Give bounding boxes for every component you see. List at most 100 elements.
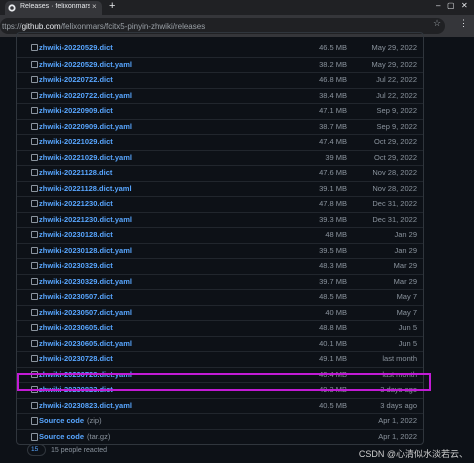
asset-size: 48.5 MB [319,292,347,301]
asset-date: Jun 5 [398,338,417,348]
asset-link[interactable]: zhwiki-20220909.dict.yaml [39,122,132,131]
asset-size: 47.8 MB [319,199,347,208]
package-icon [31,153,38,161]
asset-date: Sep 9, 2022 [376,106,417,115]
new-tab-button[interactable]: + [109,0,115,12]
package-icon [31,138,38,145]
asset-link[interactable]: zhwiki-20230329.dict.yaml [39,277,132,286]
asset-link[interactable]: zhwiki-20230605.dict [39,323,113,332]
asset-date: Jun 5 [398,323,417,332]
browser-tab[interactable]: Releases · felixonmars/fc × [5,1,102,15]
asset-link[interactable]: zhwiki-20220722.dict [39,75,113,84]
asset-size: 40.1 MB [319,338,347,348]
tab-close-icon[interactable]: × [92,2,97,11]
asset-row: zhwiki-20220529.dict 46.5 MB May 29, 2022 [17,41,423,56]
package-icon [31,122,38,130]
package-icon [31,262,38,269]
asset-link[interactable]: zhwiki-20230128.dict [39,230,113,239]
asset-size: 38.4 MB [319,90,347,100]
asset-link[interactable]: zhwiki-20230823.dict.yaml [39,401,132,410]
source-code-label: Source code [39,416,85,425]
maximize-icon[interactable]: ▢ [447,1,455,10]
url-host: github.com [21,22,61,31]
bookmark-star-icon[interactable]: ☆ [433,18,441,29]
asset-size: 39.7 MB [319,276,347,286]
package-icon [31,60,38,68]
asset-row: zhwiki-20220722.dict 46.8 MB Jul 22, 2022 [17,72,423,87]
asset-link[interactable]: zhwiki-20220529.dict [39,43,113,52]
asset-date: May 7 [396,307,417,317]
browser-menu-icon[interactable]: ⋮ [459,18,468,29]
asset-date: Apr 1, 2022 [378,431,417,441]
asset-row: zhwiki-20230507.dict.yaml 40 MB May 7 [17,304,423,320]
asset-link[interactable]: zhwiki-20230507.dict [39,292,113,301]
asset-size: 39.5 MB [319,245,347,255]
source-code-link[interactable]: Source code (zip) [39,416,102,425]
asset-date: May 7 [396,292,417,301]
asset-date: Mar 29 [393,261,417,270]
asset-date: Jul 22, 2022 [376,90,417,100]
asset-date: Oct 29, 2022 [374,152,417,162]
reactions-summary: 15 people reacted [51,447,108,454]
highlight-box [17,373,431,391]
package-icon [31,324,38,331]
package-icon [31,308,38,316]
asset-row: zhwiki-20230329.dict 48.3 MB Mar 29 [17,258,423,273]
asset-row: zhwiki-20220909.dict 47.1 MB Sep 9, 2022 [17,103,423,118]
asset-row: zhwiki-20230329.dict.yaml 39.7 MB Mar 29 [17,273,423,289]
url-text[interactable]: ttps://github.com/felixonmars/fcitx5-pin… [2,22,205,31]
asset-size: 47.4 MB [319,137,347,146]
asset-link[interactable]: zhwiki-20221029.dict.yaml [39,153,132,162]
minimize-icon[interactable]: – [436,1,440,10]
file-zip-icon [31,417,38,425]
package-icon [31,91,38,99]
source-code-link[interactable]: Source code (tar.gz) [39,432,110,441]
asset-date: Mar 29 [393,276,417,286]
package-icon [31,76,38,83]
asset-link[interactable]: zhwiki-20221029.dict [39,137,113,146]
release-assets-page: zhwiki-20220529.dict 46.5 MB May 29, 2022 z… [0,32,474,463]
asset-row: zhwiki-20221230.dict.yaml 39.3 MB Dec 31, … [17,211,423,227]
asset-size: 38.2 MB [319,59,347,69]
asset-link[interactable]: zhwiki-20230605.dict.yaml [39,339,132,348]
asset-size: 40 MB [325,307,347,317]
asset-link[interactable]: zhwiki-20220909.dict [39,106,113,115]
package-icon [31,231,38,238]
tab-title: Releases · felixonmars/fc [20,3,90,10]
asset-size: 48 MB [325,230,347,239]
asset-date: Dec 31, 2022 [372,199,417,208]
package-icon [31,200,38,207]
package-icon [31,215,38,223]
source-code-format: (zip) [87,416,102,425]
package-icon [31,401,38,409]
asset-row: zhwiki-20230507.dict 48.5 MB May 7 [17,289,423,304]
asset-link[interactable]: zhwiki-20221230.dict [39,199,113,208]
close-window-icon[interactable]: ✕ [461,1,468,10]
asset-link[interactable]: zhwiki-20230507.dict.yaml [39,308,132,317]
asset-row: zhwiki-20230605.dict.yaml 40.1 MB Jun 5 [17,335,423,351]
source-code-label: Source code [39,431,85,441]
asset-size: 49.1 MB [319,354,347,363]
asset-row: zhwiki-20221128.dict 47.6 MB Nov 28, 2022 [17,165,423,180]
asset-link[interactable]: zhwiki-20220722.dict.yaml [39,91,132,100]
asset-link[interactable]: zhwiki-20221230.dict.yaml [39,215,132,224]
package-icon [31,293,38,300]
reaction-button[interactable]: 15 [27,444,46,456]
asset-row: zhwiki-20221029.dict 47.4 MB Oct 29, 2022 [17,134,423,149]
asset-link[interactable]: zhwiki-20221128.dict.yaml [39,184,132,193]
url-path: /felixonmars/fcitx5-pinyin-zhwiki/releas… [60,22,206,31]
source-code-row: Source code (zip) Apr 1, 2022 [17,413,423,428]
asset-row: zhwiki-20230128.dict 48 MB Jan 29 [17,227,423,242]
asset-link[interactable]: zhwiki-20220529.dict.yaml [39,60,132,69]
file-zip-icon [31,432,38,441]
asset-date: Sep 9, 2022 [376,121,417,131]
asset-link[interactable]: zhwiki-20230128.dict.yaml [39,246,132,255]
asset-link[interactable]: zhwiki-20221128.dict [39,168,112,177]
asset-date: 3 days ago [380,400,417,410]
asset-link[interactable]: zhwiki-20230728.dict [39,354,113,363]
asset-date: Jan 29 [394,245,417,255]
package-icon [31,107,38,114]
url-scheme: ttps:// [2,22,22,31]
asset-link[interactable]: zhwiki-20230329.dict [39,261,113,270]
asset-size: 40.5 MB [319,400,347,410]
